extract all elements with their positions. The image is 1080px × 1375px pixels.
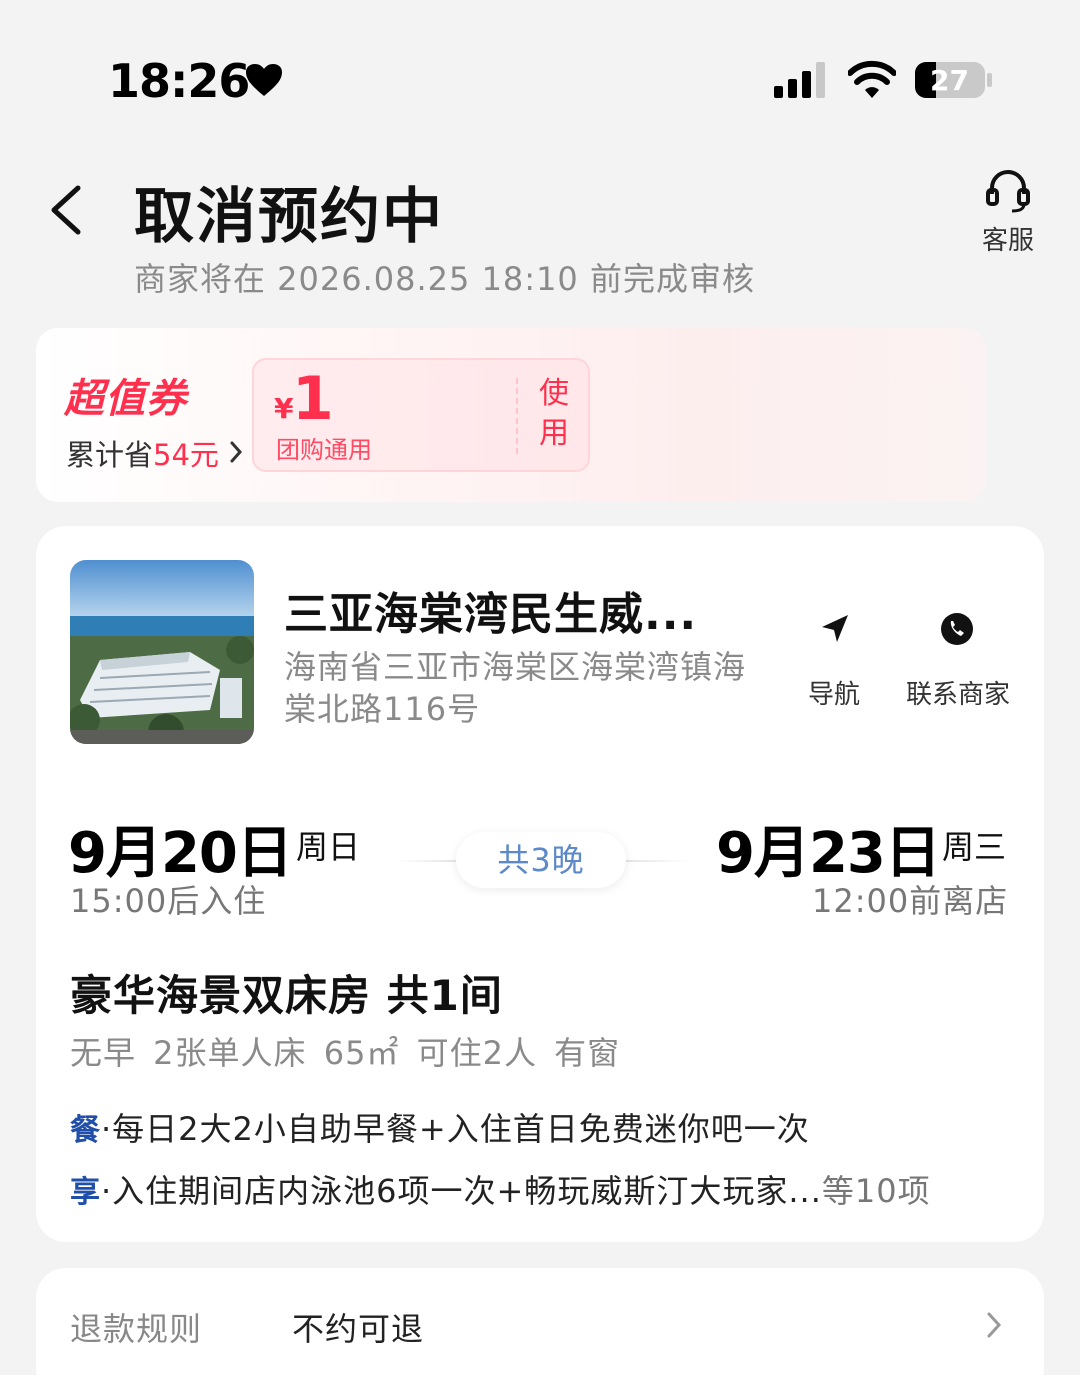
nights-badge: 共3晚 xyxy=(456,832,626,888)
back-arrow-icon[interactable] xyxy=(46,182,86,238)
refund-rules-label: 退款规则 xyxy=(70,1310,203,1348)
review-deadline-text: 商家将在 2026.08.25 18:10 前完成审核 xyxy=(134,260,755,298)
hotel-name[interactable]: 三亚海棠湾民生威... xyxy=(284,578,697,642)
total-saved[interactable]: 累计省54元 xyxy=(66,432,219,474)
coupon-price: 1 xyxy=(292,364,334,434)
refund-rules-value: 不约可退 xyxy=(292,1310,425,1348)
perk-more-count[interactable]: 等10项 xyxy=(822,1172,931,1210)
perk-dining: 餐·每日2大2小自助早餐+入住首日免费迷你吧一次 xyxy=(70,1104,810,1150)
perk-enjoy[interactable]: 享·入住期间店内泳池6项一次+畅玩威斯汀大玩家...等10项 xyxy=(70,1166,931,1212)
hotel-photo[interactable] xyxy=(70,560,254,744)
chevron-right-icon[interactable] xyxy=(984,1310,1004,1340)
hotel-photo-image xyxy=(70,560,254,744)
signal-icon xyxy=(774,62,825,98)
room-title: 豪华海景双床房 共1间 xyxy=(70,971,503,1020)
battery-level: 27 xyxy=(930,64,969,97)
perk-tag-dining: 餐 xyxy=(70,1113,101,1148)
coupon-description: 团购通用 xyxy=(276,436,372,464)
ticket-divider xyxy=(516,378,518,454)
heart-icon xyxy=(246,64,282,96)
navigate-button[interactable]: 导航 xyxy=(808,674,860,711)
headset-icon[interactable] xyxy=(984,166,1032,214)
perk-tag-enjoy: 享 xyxy=(70,1175,101,1210)
check-in-weekday: 周日 xyxy=(296,828,361,866)
perk-text: ·每日2大2小自助早餐+入住首日免费迷你吧一次 xyxy=(101,1110,810,1148)
saved-amount: 54元 xyxy=(153,438,219,472)
page-title: 取消预约中 xyxy=(134,182,444,252)
perk-text: ·入住期间店内泳池6项一次+畅玩威斯汀大玩家... xyxy=(101,1172,822,1210)
hotel-address: 海南省三亚市海棠区海棠湾镇海棠北路116号 xyxy=(284,648,747,728)
room-specs: 无早 2张单人床 65㎡ 可住2人 有窗 xyxy=(70,1034,621,1072)
status-time: 18:26 xyxy=(108,54,250,108)
check-out-weekday: 周三 xyxy=(942,828,1007,866)
phone-icon[interactable] xyxy=(940,612,974,646)
coupon-brand: 超值券 xyxy=(64,376,187,422)
nights-connector-right xyxy=(626,860,688,862)
coupon-currency: ¥ xyxy=(274,392,294,425)
nights-connector-left xyxy=(396,860,458,862)
use-coupon-button[interactable]: 使用 xyxy=(536,374,572,454)
chevron-right-icon[interactable] xyxy=(228,440,244,464)
wifi-icon xyxy=(848,60,896,98)
customer-service-label[interactable]: 客服 xyxy=(982,220,1034,257)
check-in-time: 15:00后入住 xyxy=(70,882,267,920)
navigation-arrow-icon[interactable] xyxy=(818,612,852,646)
saved-prefix: 累计省 xyxy=(66,438,154,472)
contact-merchant-button[interactable]: 联系商家 xyxy=(906,674,1010,711)
check-out-time: 12:00前离店 xyxy=(812,882,1009,920)
